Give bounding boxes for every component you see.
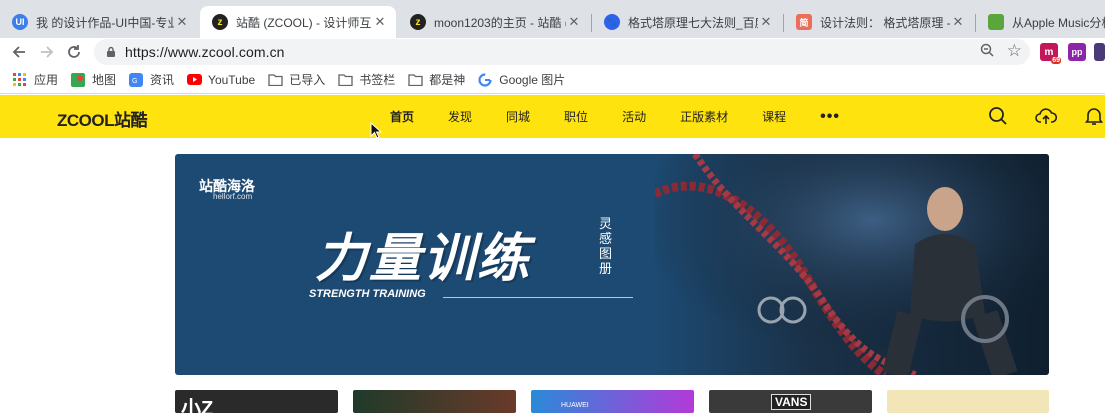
extension-badge: 69 — [1051, 57, 1061, 64]
tab-moon1203[interactable]: z moon1203的主页 - 站酷 (ZC ✕ — [398, 6, 590, 38]
extension-icon[interactable] — [1094, 43, 1105, 61]
banner-side-text: 灵感图册 — [599, 216, 613, 276]
mouse-cursor-icon — [370, 122, 382, 139]
tab-baidu[interactable]: 🐾 格式塔原理七大法则_百度搜索 ✕ — [592, 6, 782, 38]
bookmark-folder-imported[interactable]: 已导入 — [267, 71, 325, 88]
more-icon[interactable]: ••• — [820, 108, 840, 126]
address-bar[interactable]: https://www.zcool.com.cn ☆ — [94, 39, 1030, 65]
bookmark-maps[interactable]: 地图 — [70, 71, 116, 88]
work-card[interactable] — [887, 390, 1049, 413]
apps-grid-icon — [12, 72, 28, 88]
work-card-label: 小Z — [181, 398, 214, 413]
bookmark-folder-gods[interactable]: 都是神 — [407, 71, 465, 88]
tab-jianshu[interactable]: 简 设计法则： 格式塔原理 - 简书 ✕ — [784, 6, 974, 38]
reload-icon[interactable] — [62, 40, 86, 64]
lock-icon[interactable] — [105, 46, 117, 58]
google-icon — [477, 72, 493, 88]
zcool-icon: z — [212, 14, 228, 30]
upload-cloud-icon[interactable] — [1035, 106, 1057, 126]
bookmark-label: YouTube — [208, 72, 256, 87]
folder-icon — [267, 72, 283, 88]
baidu-icon: 🐾 — [604, 14, 620, 30]
bookmark-news[interactable]: G 资讯 — [128, 71, 174, 88]
tab-strip: UI 我 的设计作品-UI中国-专业界 ✕ z 站酷 (ZCOOL) - 设计师… — [0, 0, 1105, 38]
bookmark-google-images[interactable]: Google 图片 — [477, 71, 565, 88]
bookmark-youtube[interactable]: YouTube — [186, 72, 255, 88]
close-icon[interactable]: ✕ — [950, 14, 966, 30]
bookmark-label: 地图 — [92, 73, 117, 87]
close-icon[interactable]: ✕ — [758, 14, 774, 30]
works-grid: 小Z HUAWEI VANS — [175, 390, 1049, 413]
work-card[interactable] — [353, 390, 516, 413]
banner-headline: 力量训练 — [315, 230, 532, 288]
banner-brand-url: hellorf.com — [213, 192, 253, 201]
extension-icon[interactable]: pp — [1068, 43, 1086, 61]
bell-icon[interactable] — [1084, 106, 1104, 126]
nav-events[interactable]: 活动 — [622, 108, 646, 125]
banner-photo — [652, 154, 1049, 375]
youtube-icon — [186, 72, 202, 88]
ui-china-icon: UI — [12, 14, 28, 30]
browser-toolbar: https://www.zcool.com.cn ☆ 69 m pp — [0, 38, 1105, 66]
tab-title: 设计法则： 格式塔原理 - 简书 — [820, 15, 950, 30]
close-icon[interactable]: ✕ — [566, 14, 582, 30]
tab-title: 站酷 (ZCOOL) - 设计师互动平 — [236, 15, 372, 30]
work-card[interactable]: HUAWEI — [531, 390, 694, 413]
forward-icon[interactable] — [35, 40, 59, 64]
bookmark-label: 已导入 — [289, 73, 326, 87]
bookmark-label: 书签栏 — [359, 73, 396, 87]
work-card-label: VANS — [771, 394, 812, 410]
hero-banner[interactable]: 站酷海洛 hellorf.com 力量训练 灵感图册 STRENGTH TRAI… — [175, 154, 1049, 375]
url-text[interactable]: https://www.zcool.com.cn — [125, 44, 285, 60]
close-icon[interactable]: ✕ — [174, 14, 190, 30]
zoom-icon[interactable] — [980, 43, 994, 61]
extension-icon[interactable]: 69 m — [1040, 43, 1061, 64]
tab-title: 格式塔原理七大法则_百度搜索 — [628, 15, 758, 30]
maps-icon — [70, 72, 86, 88]
nav-courses[interactable]: 课程 — [762, 108, 786, 125]
nav-stock[interactable]: 正版素材 — [680, 108, 728, 125]
banner-english-title: STRENGTH TRAINING — [309, 288, 426, 300]
tab-title: 我 的设计作品-UI中国-专业界 — [36, 15, 174, 30]
site-header: ZCOOL站酷 首页 发现 同城 职位 活动 正版素材 课程 ••• — [0, 95, 1105, 138]
bookmark-star-icon[interactable]: ☆ — [1007, 41, 1022, 61]
bookmark-label: Google 图片 — [499, 73, 566, 87]
tab-title: 从Apple Music分析格式 — [1012, 15, 1105, 30]
jianshu-icon: 简 — [796, 14, 812, 30]
nav-jobs[interactable]: 职位 — [564, 108, 588, 125]
back-icon[interactable] — [7, 40, 31, 64]
news-icon: G — [128, 72, 144, 88]
main-nav: 首页 发现 同城 职位 活动 正版素材 课程 ••• — [390, 95, 840, 138]
bookmark-apps[interactable]: 应用 — [12, 71, 58, 88]
tab-title: moon1203的主页 - 站酷 (ZC — [434, 15, 566, 30]
zcool-icon: z — [410, 14, 426, 30]
close-icon[interactable]: ✕ — [372, 14, 388, 30]
bookmark-folder-bar[interactable]: 书签栏 — [337, 71, 395, 88]
folder-icon — [407, 72, 423, 88]
zcool-logo[interactable]: ZCOOL站酷 — [57, 106, 148, 131]
nav-discover[interactable]: 发现 — [448, 108, 472, 125]
bookmark-label: 都是神 — [429, 73, 466, 87]
bookmark-label: 资讯 — [150, 73, 175, 87]
nav-home[interactable]: 首页 — [390, 108, 414, 125]
folder-icon — [337, 72, 353, 88]
bookmark-label: 应用 — [34, 73, 59, 87]
search-icon[interactable] — [988, 106, 1008, 126]
work-card-label: HUAWEI — [561, 402, 589, 409]
work-card[interactable]: 小Z — [175, 390, 338, 413]
tab-ui-china[interactable]: UI 我 的设计作品-UI中国-专业界 ✕ — [0, 6, 198, 38]
tab-apple-music[interactable]: 从Apple Music分析格式 — [976, 6, 1105, 38]
work-card[interactable]: VANS — [709, 390, 872, 413]
doc-icon — [988, 14, 1004, 30]
tab-zcool[interactable]: z 站酷 (ZCOOL) - 设计师互动平 ✕ — [200, 6, 396, 38]
nav-local[interactable]: 同城 — [506, 108, 530, 125]
banner-divider — [443, 297, 633, 298]
bookmarks-bar: 应用 地图 G 资讯 YouTube 已导入 书签栏 都是神 Google 图片 — [0, 66, 1105, 94]
svg-text:G: G — [132, 78, 137, 85]
